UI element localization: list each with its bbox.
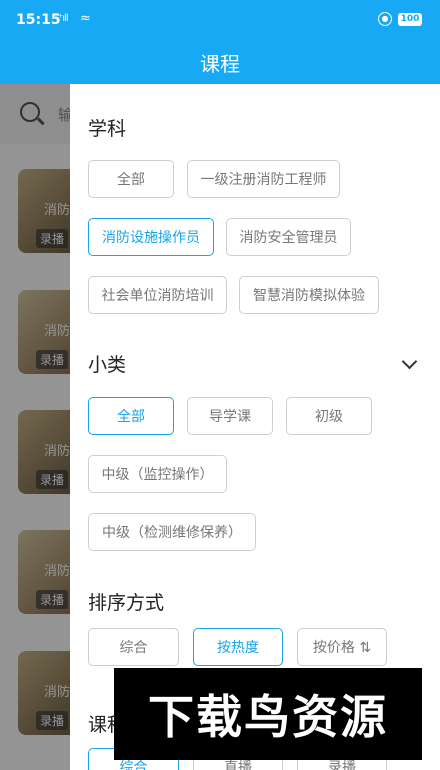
category-chip-intermediate-maintenance[interactable]: 中级（检测维修保养） [88,513,256,551]
sort-chip-price[interactable]: 按价格 ⇅ [297,628,387,666]
category-chip-junior[interactable]: 初级 [286,397,372,435]
subject-section-title: 学科 [88,118,127,140]
status-bar: 15:15 ⁺ıll ≈ ● 100 [0,0,440,44]
sort-section-title: 排序方式 [88,592,165,614]
battery-icon: 100 [398,13,422,26]
subject-chip-all[interactable]: 全部 [88,160,174,198]
title-bar: 课程 [0,44,440,84]
status-time: 15:15 [16,12,61,28]
page-title: 课程 [200,52,240,76]
subject-chip-simulation[interactable]: 智慧消防模拟体验 [239,276,379,314]
rotation-lock-icon: ● [378,12,392,26]
category-chip-all[interactable]: 全部 [88,397,174,435]
category-chip-intro[interactable]: 导学课 [187,397,273,435]
subject-chip-safety-manager[interactable]: 消防安全管理员 [226,218,351,256]
chevron-down-icon[interactable] [401,353,418,370]
category-chip-intermediate-monitor[interactable]: 中级（监控操作） [88,455,227,493]
sort-chip-comprehensive[interactable]: 综合 [88,628,179,666]
subject-chip-fire-engineer[interactable]: 一级注册消防工程师 [187,160,340,198]
signal-icon: ⁺ıll [58,13,69,24]
watermark: 下载鸟资源 [114,668,422,760]
subject-chip-unit-training[interactable]: 社会单位消防培训 [88,276,227,314]
category-section-title: 小类 [88,354,127,376]
sort-chip-popularity[interactable]: 按热度 [193,628,283,666]
wifi-icon: ≈ [80,11,91,26]
subject-chip-facility-operator[interactable]: 消防设施操作员 [88,218,214,256]
